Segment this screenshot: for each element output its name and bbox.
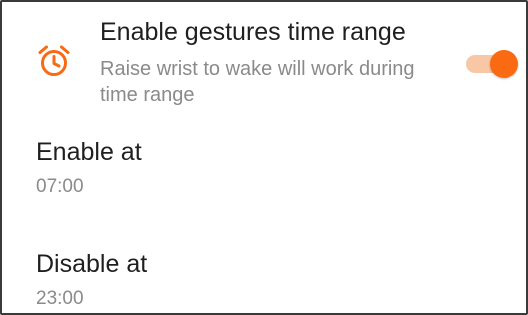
- enable-at-row[interactable]: Enable at 07:00: [2, 126, 526, 216]
- disable-at-row[interactable]: Disable at 23:00: [2, 238, 526, 314]
- disable-at-label: Disable at: [36, 250, 148, 278]
- gesture-title: Enable gestures time range: [100, 18, 406, 46]
- settings-panel: Enable gestures time range Raise wrist t…: [0, 0, 528, 315]
- gesture-description: Raise wrist to wake will work during tim…: [100, 58, 415, 106]
- toggle-thumb: [490, 50, 518, 78]
- enable-at-label: Enable at: [36, 138, 142, 166]
- gesture-toggle-switch[interactable]: [466, 49, 518, 78]
- gesture-time-range-row[interactable]: Enable gestures time range Raise wrist t…: [2, 2, 526, 112]
- disable-at-value: 23:00: [36, 288, 84, 309]
- alarm-clock-icon: [36, 43, 72, 79]
- enable-at-value: 07:00: [36, 176, 84, 197]
